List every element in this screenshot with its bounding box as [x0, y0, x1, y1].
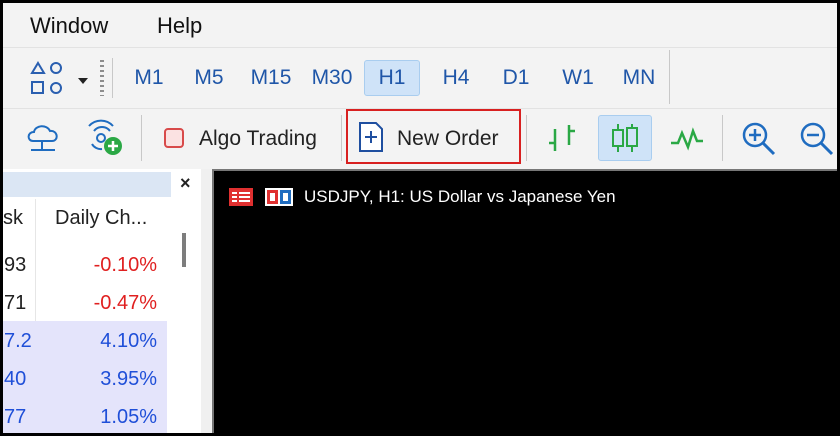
toolbar-separator: [341, 115, 342, 161]
menu-window[interactable]: Window: [30, 13, 108, 39]
timeframe-h4[interactable]: H4: [436, 60, 476, 96]
timeframe-w1[interactable]: W1: [558, 60, 598, 96]
algo-trading-stop-icon[interactable]: [163, 127, 185, 154]
zoom-in-icon[interactable]: [741, 121, 777, 162]
toolbar-separator: [669, 50, 670, 104]
zoom-out-icon[interactable]: [799, 121, 835, 162]
close-icon[interactable]: ×: [180, 173, 191, 194]
chevron-down-icon[interactable]: [76, 73, 90, 91]
timeframe-mn[interactable]: MN: [616, 60, 662, 96]
timeframe-d1[interactable]: D1: [496, 60, 536, 96]
daily-change-cell: -0.10%: [93, 254, 157, 276]
chart-title: USDJPY, H1: US Dollar vs Japanese Yen: [304, 187, 616, 206]
panel-splitter[interactable]: [201, 169, 211, 433]
line-chart-icon[interactable]: [669, 123, 705, 158]
candlestick-chart-button[interactable]: [598, 115, 652, 161]
main-toolbar: Algo Trading New Order: [3, 109, 837, 169]
signal-add-icon[interactable]: [84, 119, 126, 164]
algo-trading-button[interactable]: Algo Trading: [199, 127, 317, 151]
market-watch-panel: × sk Daily Ch... 93 -0.10% 71 -0.47% 7.2…: [3, 169, 201, 433]
ask-cell: 77: [4, 406, 27, 428]
chart-shapes-icon[interactable]: [29, 59, 69, 104]
table-row[interactable]: 71 -0.47%: [3, 283, 167, 321]
daily-change-cell: -0.47%: [93, 292, 157, 314]
ask-cell: 40: [4, 368, 27, 390]
ask-cell: 7.2: [4, 330, 32, 352]
chart-window[interactable]: USDJPY, H1: US Dollar vs Japanese Yen: [212, 169, 837, 433]
daily-change-cell: 1.05%: [100, 406, 157, 428]
table-row[interactable]: 40 3.95%: [3, 359, 167, 397]
new-order-icon[interactable]: [358, 121, 384, 158]
new-order-button[interactable]: New Order: [397, 127, 499, 151]
timeframe-h1[interactable]: H1: [364, 60, 420, 96]
toolbar-grip[interactable]: [100, 60, 104, 96]
timeframe-m5[interactable]: M5: [189, 60, 229, 96]
toolbar-separator: [141, 115, 142, 161]
table-row[interactable]: 93 -0.10%: [3, 245, 167, 283]
app-window: Window Help M1 M5 M15 M30 H1 H4 D1 W1 MN: [3, 3, 837, 433]
daily-change-cell: 3.95%: [100, 368, 157, 390]
toolbar-separator: [112, 58, 113, 98]
chart-symbol-icon[interactable]: [264, 187, 294, 212]
table-row[interactable]: 7.2 4.10%: [3, 321, 167, 359]
menu-help[interactable]: Help: [157, 13, 202, 39]
ask-cell: 93: [4, 254, 27, 276]
column-header-ask[interactable]: sk: [3, 207, 23, 230]
market-watch-header: [3, 172, 171, 197]
vertical-scrollbar-thumb[interactable]: [182, 233, 186, 267]
daily-change-cell: 4.10%: [100, 330, 157, 352]
timeframe-m15[interactable]: M15: [246, 60, 296, 96]
menu-bar: Window Help: [3, 3, 837, 47]
table-row[interactable]: 77 1.05%: [3, 397, 167, 433]
toolbar-separator: [526, 115, 527, 161]
column-header-daily-change[interactable]: Daily Ch...: [55, 207, 147, 230]
candlestick-icon: [612, 124, 638, 152]
timeframe-toolbar: M1 M5 M15 M30 H1 H4 D1 W1 MN: [3, 48, 837, 108]
toolbar-separator: [722, 115, 723, 161]
cloud-icon[interactable]: [23, 121, 63, 162]
timeframe-m30[interactable]: M30: [306, 60, 358, 96]
bar-chart-icon[interactable]: [545, 121, 581, 160]
timeframe-m1[interactable]: M1: [129, 60, 169, 96]
chart-list-icon[interactable]: [228, 187, 254, 212]
ask-cell: 71: [4, 292, 27, 314]
